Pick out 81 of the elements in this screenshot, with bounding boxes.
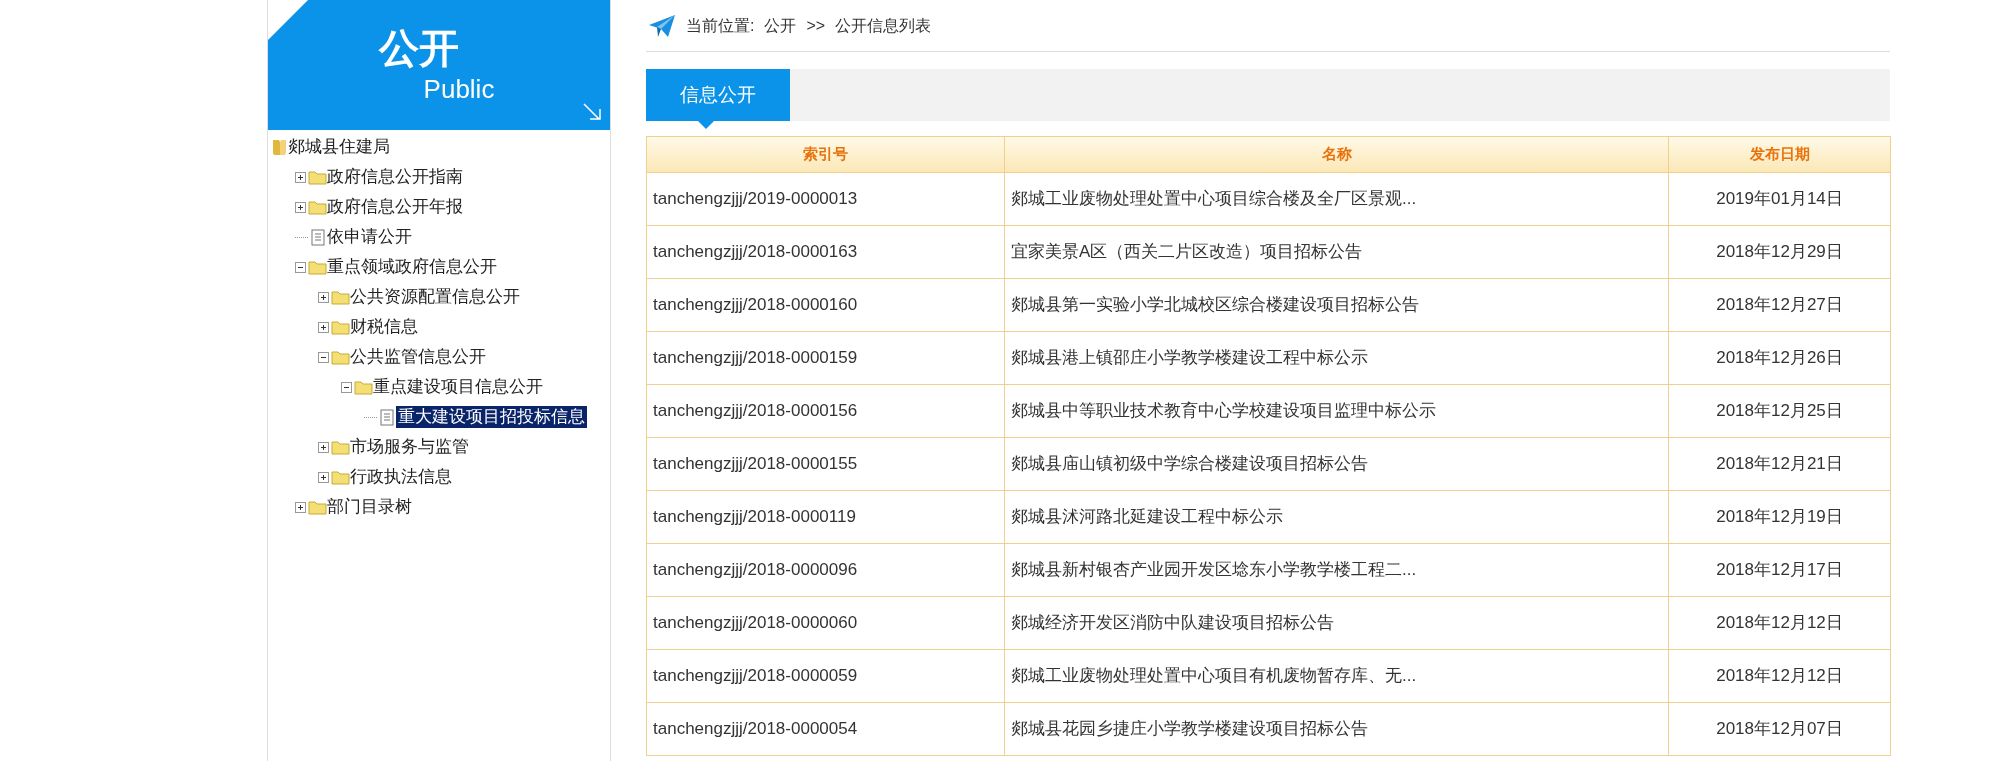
tree-item[interactable]: 行政执法信息	[350, 466, 452, 488]
title-link[interactable]: 宜家美景A区（西关二片区改造）项目招标公告	[1004, 225, 1669, 279]
folder-icon	[308, 499, 327, 515]
folder-icon	[331, 469, 350, 485]
expand-toggle-icon[interactable]	[318, 471, 329, 483]
tab-pointer-icon	[698, 121, 714, 129]
paper-plane-icon	[648, 12, 676, 39]
table-cell: tanchengzjjj/2019-0000013	[646, 172, 1005, 226]
column-header: 名称	[1004, 136, 1669, 173]
folder-icon	[331, 319, 350, 335]
folder-icon	[331, 349, 350, 365]
tree-item[interactable]: 依申请公开	[327, 226, 412, 248]
title-link[interactable]: 郯城县第一实验小学北城校区综合楼建设项目招标公告	[1004, 278, 1669, 332]
folder-icon	[308, 259, 327, 275]
expand-toggle-icon[interactable]	[318, 441, 329, 453]
collapse-toggle-icon[interactable]	[295, 261, 306, 273]
tree-item[interactable]: 部门目录树	[327, 496, 412, 518]
title-link[interactable]: 郯城县港上镇邵庄小学教学楼建设工程中标公示	[1004, 331, 1669, 385]
table-cell: tanchengzjjj/2018-0000119	[646, 490, 1005, 544]
table-cell: tanchengzjjj/2018-0000054	[646, 702, 1005, 756]
book-icon	[272, 138, 288, 156]
column-header: 发布日期	[1668, 136, 1891, 173]
sidebar-title: 公开	[379, 25, 459, 72]
arrow-down-right-icon	[582, 102, 602, 122]
table-cell: 2018年12月29日	[1668, 225, 1891, 279]
title-link[interactable]: 郯城县中等职业技术教育中心学校建设项目监理中标公示	[1004, 384, 1669, 438]
folder-icon	[354, 379, 373, 395]
title-link[interactable]: 郯城县新村银杏产业园开发区埝东小学教学楼工程二...	[1004, 543, 1669, 597]
breadcrumb-label: 当前位置:	[686, 15, 755, 36]
collapse-toggle-icon[interactable]	[318, 351, 329, 363]
expand-toggle-icon[interactable]	[318, 321, 329, 333]
table-cell: tanchengzjjj/2018-0000159	[646, 331, 1005, 385]
folder-icon	[308, 199, 327, 215]
table-cell: 2018年12月07日	[1668, 702, 1891, 756]
title-link[interactable]: 郯城县沭河路北延建设工程中标公示	[1004, 490, 1669, 544]
table-cell: tanchengzjjj/2018-0000155	[646, 437, 1005, 491]
table-cell: 2019年01月14日	[1668, 172, 1891, 226]
column-header: 索引号	[646, 136, 1005, 173]
breadcrumb-separator: >>	[806, 15, 826, 36]
table-cell: 2018年12月25日	[1668, 384, 1891, 438]
expand-toggle-icon[interactable]	[295, 171, 306, 183]
table-cell: 2018年12月27日	[1668, 278, 1891, 332]
table-cell: 2018年12月26日	[1668, 331, 1891, 385]
title-link[interactable]: 郯城工业废物处理处置中心项目综合楼及全厂区景观...	[1004, 172, 1669, 226]
tree-item[interactable]: 公共资源配置信息公开	[350, 286, 520, 308]
folder-icon	[308, 169, 327, 185]
breadcrumb-link[interactable]: 公开	[764, 13, 797, 38]
tree-item[interactable]: 财税信息	[350, 316, 418, 338]
title-link[interactable]: 郯城经济开发区消防中队建设项目招标公告	[1004, 596, 1669, 650]
table-cell: 2018年12月21日	[1668, 437, 1891, 491]
tree-item[interactable]: 重大建设项目招投标信息	[396, 406, 587, 428]
expand-toggle-icon[interactable]	[295, 501, 306, 513]
tree-item[interactable]: 郯城县住建局	[288, 136, 390, 158]
title-link[interactable]: 郯城县庙山镇初级中学综合楼建设项目招标公告	[1004, 437, 1669, 491]
document-icon	[380, 408, 394, 426]
table-cell: tanchengzjjj/2018-0000060	[646, 596, 1005, 650]
sidebar-subtitle: Public	[423, 73, 495, 106]
collapse-toggle-icon[interactable]	[341, 381, 352, 393]
table-cell: 2018年12月19日	[1668, 490, 1891, 544]
table-cell: 2018年12月17日	[1668, 543, 1891, 597]
expand-toggle-icon[interactable]	[295, 201, 306, 213]
title-link[interactable]: 郯城县花园乡捷庄小学教学楼建设项目招标公告	[1004, 702, 1669, 756]
title-link[interactable]: 郯城工业废物处理处置中心项目有机废物暂存库、无...	[1004, 649, 1669, 703]
document-icon	[311, 228, 325, 246]
table-cell: tanchengzjjj/2018-0000156	[646, 384, 1005, 438]
table-cell: tanchengzjjj/2018-0000096	[646, 543, 1005, 597]
table-cell: tanchengzjjj/2018-0000163	[646, 225, 1005, 279]
table-cell: 2018年12月12日	[1668, 649, 1891, 703]
table-cell: tanchengzjjj/2018-0000160	[646, 278, 1005, 332]
tree-item[interactable]: 重点领域政府信息公开	[327, 256, 497, 278]
table-cell: tanchengzjjj/2018-0000059	[646, 649, 1005, 703]
folder-icon	[331, 289, 350, 305]
tree-item[interactable]: 重点建设项目信息公开	[373, 376, 543, 398]
breadcrumb-link[interactable]: 公开信息列表	[835, 13, 932, 38]
tree-item[interactable]: 公共监管信息公开	[350, 346, 486, 368]
tree-item[interactable]: 市场服务与监管	[350, 436, 469, 458]
tree-item[interactable]: 政府信息公开年报	[327, 196, 463, 218]
folder-icon	[331, 439, 350, 455]
table-cell: 2018年12月12日	[1668, 596, 1891, 650]
expand-toggle-icon[interactable]	[318, 291, 329, 303]
tree-item[interactable]: 政府信息公开指南	[327, 166, 463, 188]
